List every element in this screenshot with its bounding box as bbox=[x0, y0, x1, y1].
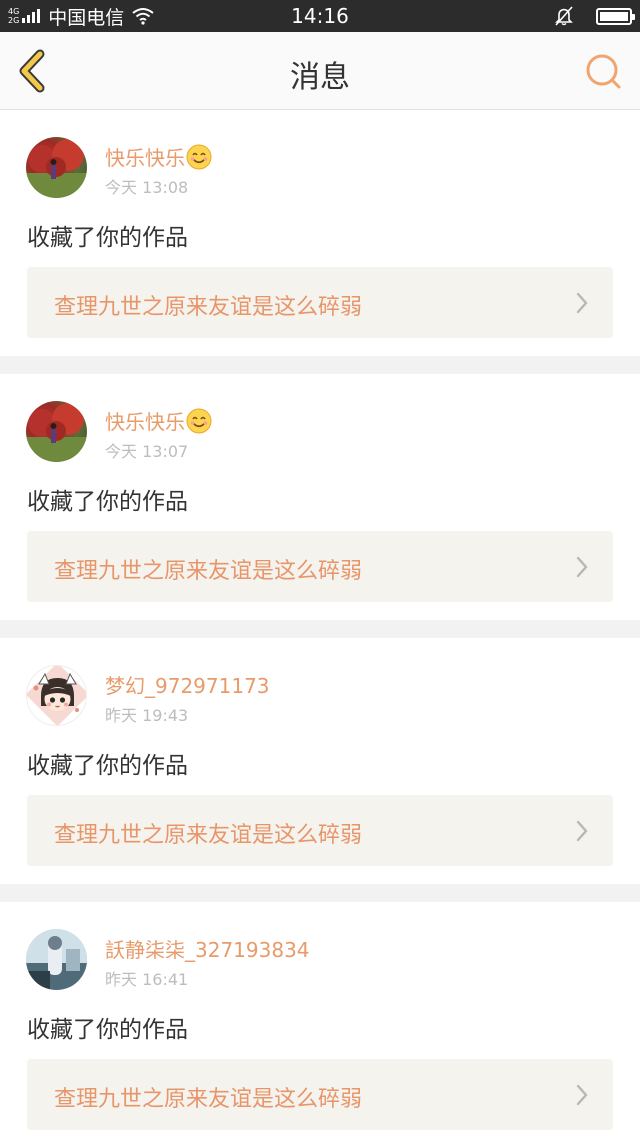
action-text: 收藏了你的作品 bbox=[27, 1017, 188, 1043]
message-time: 昨天 19:43 bbox=[105, 706, 189, 725]
work-link[interactable]: 查理九世之原来友谊是这么碎弱 bbox=[27, 267, 613, 338]
network-type: 4G 2G bbox=[8, 7, 19, 25]
work-title: 查理九世之原来友谊是这么碎弱 bbox=[54, 1087, 363, 1112]
work-title: 查理九世之原来友谊是这么碎弱 bbox=[54, 559, 363, 584]
message-list: 快乐快乐 今天 13:08 收藏了你的作品 查理九世之原来友谊是这么碎弱 快乐快… bbox=[0, 110, 640, 1138]
cartoon-girl-avatar-icon bbox=[27, 666, 86, 725]
wifi-icon bbox=[132, 8, 154, 25]
user-name[interactable]: 訞静柒柒_327193834 bbox=[105, 934, 310, 963]
work-link[interactable]: 查理九世之原来友谊是这么碎弱 bbox=[27, 531, 613, 602]
message-time: 今天 13:07 bbox=[105, 442, 189, 461]
action-text: 收藏了你的作品 bbox=[27, 489, 188, 515]
user-avatar[interactable] bbox=[26, 401, 87, 462]
smiling-face-icon bbox=[186, 144, 212, 170]
avatar-photo-icon bbox=[26, 403, 87, 462]
action-text: 收藏了你的作品 bbox=[27, 753, 188, 779]
avatar-photo-icon bbox=[26, 139, 87, 198]
user-name-text: 快乐快乐 bbox=[105, 146, 185, 170]
status-bar: 4G 2G 中国电信 14:16 bbox=[0, 0, 640, 32]
message-time: 昨天 16:41 bbox=[105, 970, 189, 989]
user-name[interactable]: 快乐快乐 bbox=[105, 142, 212, 171]
chevron-right-icon bbox=[576, 556, 588, 578]
work-title: 查理九世之原来友谊是这么碎弱 bbox=[54, 823, 363, 848]
chevron-right-icon bbox=[576, 292, 588, 314]
battery-icon bbox=[596, 7, 635, 25]
user-avatar[interactable] bbox=[26, 137, 87, 198]
network-type-top: 4G bbox=[8, 7, 20, 16]
page-title: 消息 bbox=[290, 60, 350, 95]
message-item: 快乐快乐 今天 13:07 收藏了你的作品 查理九世之原来友谊是这么碎弱 bbox=[0, 374, 640, 620]
message-item: 梦幻_972971173 昨天 19:43 收藏了你的作品 查理九世之原来友谊是… bbox=[0, 638, 640, 884]
avatar-photo-icon bbox=[26, 929, 87, 990]
status-left: 4G 2G 中国电信 bbox=[0, 0, 154, 32]
message-item: 快乐快乐 今天 13:08 收藏了你的作品 查理九世之原来友谊是这么碎弱 bbox=[0, 110, 640, 356]
user-avatar[interactable] bbox=[26, 929, 87, 990]
chevron-right-icon bbox=[576, 1084, 588, 1106]
smiling-face-icon bbox=[186, 408, 212, 434]
user-name[interactable]: 梦幻_972971173 bbox=[105, 670, 270, 699]
battery-level bbox=[600, 11, 628, 21]
chevron-right-icon bbox=[576, 820, 588, 842]
carrier-name: 中国电信 bbox=[48, 6, 125, 29]
search-icon[interactable] bbox=[584, 52, 624, 92]
action-text: 收藏了你的作品 bbox=[27, 225, 188, 251]
message-time: 今天 13:08 bbox=[105, 178, 189, 197]
user-avatar[interactable] bbox=[26, 665, 87, 726]
message-item: 訞静柒柒_327193834 昨天 16:41 收藏了你的作品 查理九世之原来友… bbox=[0, 902, 640, 1138]
network-type-bottom: 2G bbox=[8, 16, 20, 25]
signal-icon bbox=[22, 9, 42, 23]
user-name[interactable]: 快乐快乐 bbox=[105, 406, 212, 435]
work-title: 查理九世之原来友谊是这么碎弱 bbox=[54, 295, 363, 320]
status-right bbox=[554, 0, 635, 32]
user-name-text: 快乐快乐 bbox=[105, 410, 185, 434]
work-link[interactable]: 查理九世之原来友谊是这么碎弱 bbox=[27, 1059, 613, 1130]
work-link[interactable]: 查理九世之原来友谊是这么碎弱 bbox=[27, 795, 613, 866]
header-bar: 消息 bbox=[0, 32, 640, 110]
bell-muted-icon bbox=[555, 6, 573, 26]
